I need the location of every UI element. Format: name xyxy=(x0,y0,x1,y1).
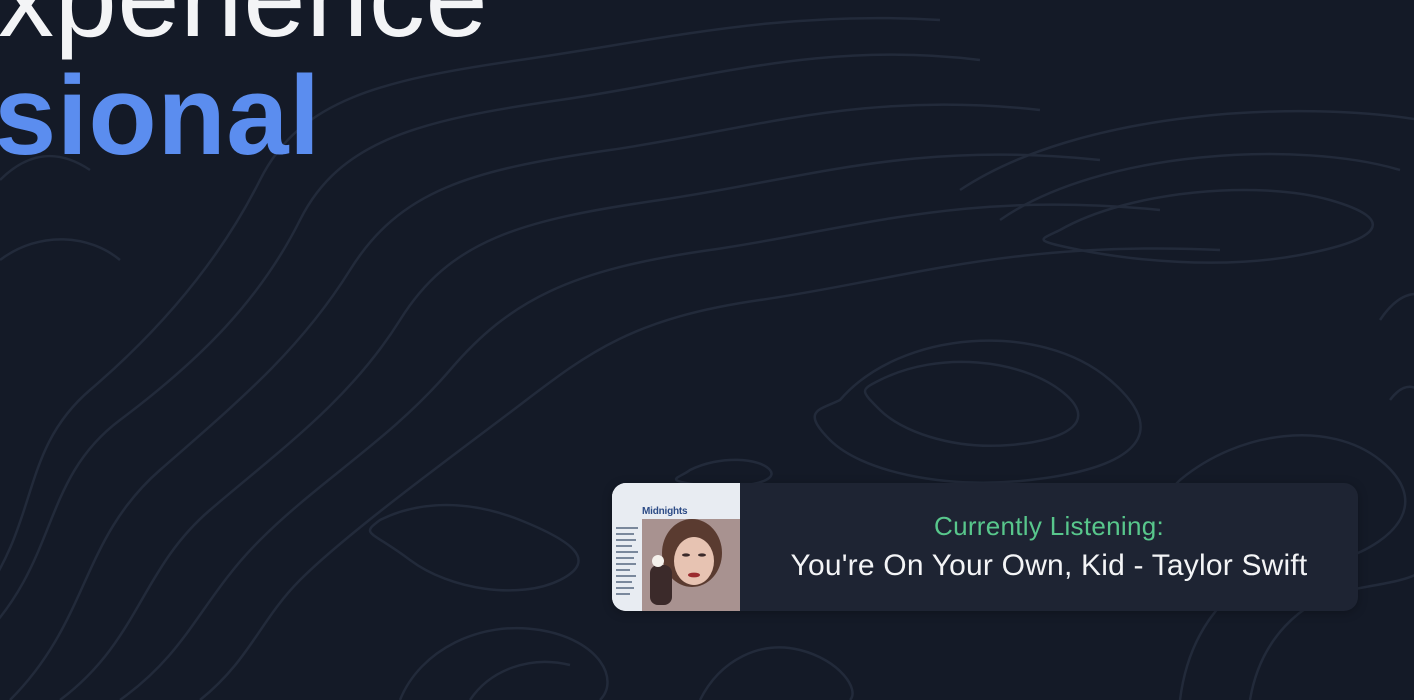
currently-listening-label: Currently Listening: xyxy=(934,511,1164,541)
album-wordmark: Midnights xyxy=(642,506,688,517)
hero-heading-line-1: xperience xyxy=(0,0,488,54)
now-playing-card[interactable]: Midnights Currently Listening: You're On… xyxy=(612,483,1358,611)
album-cover-image: Midnights xyxy=(612,483,740,611)
hero-heading-line-2: sional xyxy=(0,53,321,178)
edge-dots-icon xyxy=(0,408,2,436)
track-title[interactable]: You're On Your Own, Kid - Taylor Swift xyxy=(756,547,1342,585)
track-info: Currently Listening: You're On Your Own,… xyxy=(740,509,1358,585)
